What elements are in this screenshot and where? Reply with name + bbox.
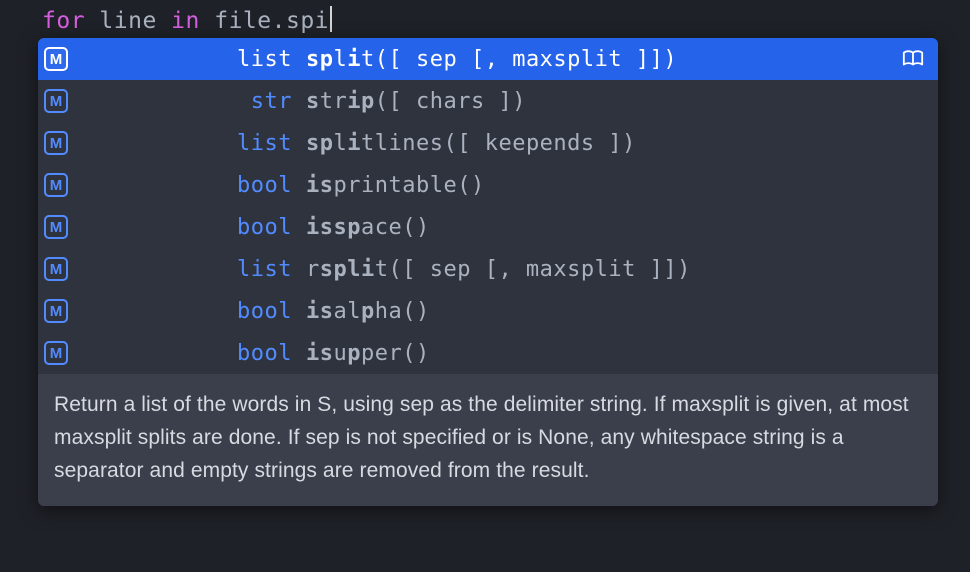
method-kind-icon: M xyxy=(44,47,68,71)
documentation-panel: Return a list of the words in S, using s… xyxy=(38,374,938,506)
completion-signature: isprintable() xyxy=(306,173,900,198)
completion-item[interactable]: Mboolisspace() xyxy=(38,206,938,248)
doc-book-icon xyxy=(900,90,926,112)
keyword-for: for xyxy=(42,8,85,34)
completion-signature: isalpha() xyxy=(306,299,900,324)
return-type: list xyxy=(78,131,306,156)
doc-book-icon[interactable] xyxy=(900,48,926,70)
method-kind-icon: M xyxy=(44,89,68,113)
return-type: list xyxy=(78,47,306,72)
method-kind-icon: M xyxy=(44,341,68,365)
variable-line: line xyxy=(99,8,156,34)
code-line[interactable]: for line in file.spi xyxy=(0,0,970,36)
doc-book-icon xyxy=(900,258,926,280)
doc-book-icon xyxy=(900,132,926,154)
method-kind-icon: M xyxy=(44,257,68,281)
typed-method: spi xyxy=(286,8,329,34)
method-kind-icon: M xyxy=(44,215,68,239)
doc-book-icon xyxy=(900,174,926,196)
completion-signature: strip([ chars ]) xyxy=(306,89,900,114)
autocomplete-popup: Mlistsplit([ sep [, maxsplit ]]) Mstrstr… xyxy=(38,38,938,506)
doc-book-icon xyxy=(900,342,926,364)
return-type: list xyxy=(78,257,306,282)
completion-item[interactable]: Mboolisupper() xyxy=(38,332,938,374)
completion-item[interactable]: Mboolisalpha() xyxy=(38,290,938,332)
method-kind-icon: M xyxy=(44,131,68,155)
completion-item[interactable]: Mstrstrip([ chars ]) xyxy=(38,80,938,122)
return-type: str xyxy=(78,89,306,114)
method-kind-icon: M xyxy=(44,299,68,323)
doc-book-icon xyxy=(900,300,926,322)
doc-book-icon xyxy=(900,216,926,238)
completion-signature: split([ sep [, maxsplit ]]) xyxy=(306,47,900,72)
completion-signature: rsplit([ sep [, maxsplit ]]) xyxy=(306,257,900,282)
completion-item[interactable]: Mlistrsplit([ sep [, maxsplit ]]) xyxy=(38,248,938,290)
variable-file: file xyxy=(214,8,271,34)
return-type: bool xyxy=(78,173,306,198)
completion-item[interactable]: Mlistsplit([ sep [, maxsplit ]]) xyxy=(38,38,938,80)
completion-signature: splitlines([ keepends ]) xyxy=(306,131,900,156)
return-type: bool xyxy=(78,215,306,240)
completion-item[interactable]: Mboolisprintable() xyxy=(38,164,938,206)
return-type: bool xyxy=(78,299,306,324)
completion-signature: isupper() xyxy=(306,341,900,366)
method-kind-icon: M xyxy=(44,173,68,197)
dot: . xyxy=(272,8,286,34)
return-type: bool xyxy=(78,341,306,366)
completion-item[interactable]: Mlistsplitlines([ keepends ]) xyxy=(38,122,938,164)
completion-list[interactable]: Mlistsplit([ sep [, maxsplit ]]) Mstrstr… xyxy=(38,38,938,374)
keyword-in: in xyxy=(171,8,200,34)
completion-signature: isspace() xyxy=(306,215,900,240)
text-cursor xyxy=(330,6,332,32)
